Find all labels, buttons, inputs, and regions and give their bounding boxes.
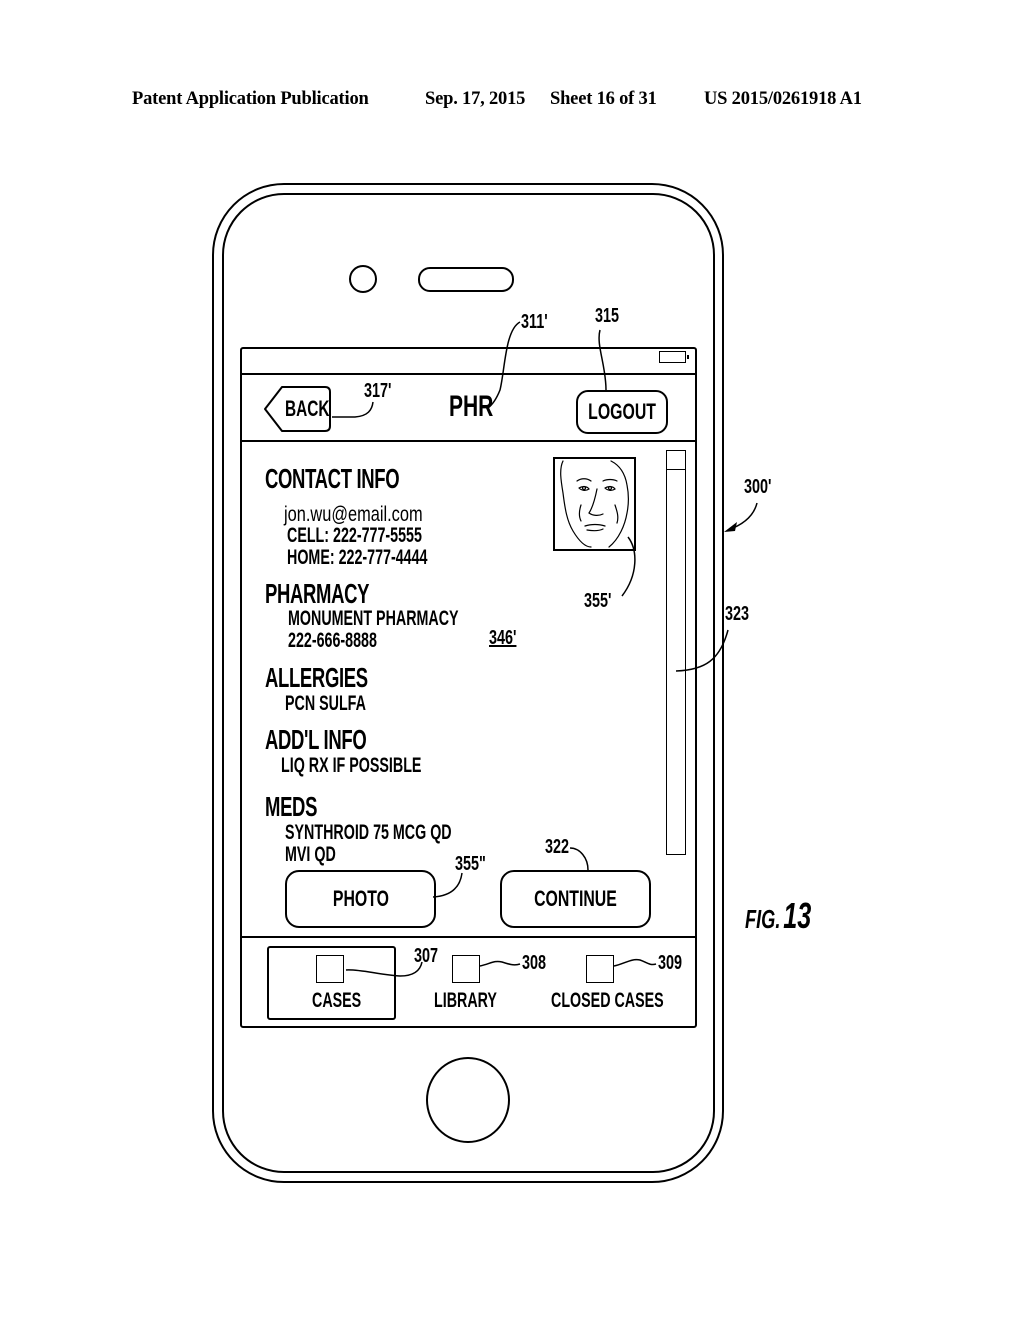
cases-square-icon: [316, 955, 344, 983]
tab-bar-divider: [240, 936, 695, 938]
library-square-icon[interactable]: [452, 955, 480, 983]
logout-button-label: LOGOUT: [588, 399, 656, 424]
pharmacy-name: MONUMENT PHARMACY: [288, 607, 459, 630]
logout-button[interactable]: LOGOUT: [576, 390, 668, 434]
ref-scrollbar: 323: [725, 603, 750, 625]
scrollbar-thumb[interactable]: [667, 451, 685, 470]
section-title-addl-info: ADD'L INFO: [265, 724, 367, 755]
addl-info-value: LIQ RX IF POSSIBLE: [281, 754, 422, 777]
figure-number: 13: [783, 895, 812, 936]
ref-content-area: 346': [489, 627, 517, 649]
home-button[interactable]: [426, 1057, 510, 1143]
continue-button-label: CONTINUE: [534, 886, 617, 911]
ref-tab-closed-cases: 309: [658, 952, 683, 974]
sheet-number: Sheet 16 of 31: [550, 89, 657, 109]
figure-label: FIG.13: [745, 895, 811, 937]
page-title: PHR: [449, 390, 494, 423]
ref-continue: 322: [545, 836, 570, 858]
device-arrowhead-icon: [724, 522, 737, 532]
scrollbar[interactable]: [666, 450, 686, 855]
photo-button[interactable]: PHOTO: [285, 870, 436, 928]
header-divider: [240, 440, 695, 442]
patent-number: US 2015/0261918 A1: [704, 89, 862, 109]
status-bar-divider: [240, 373, 695, 375]
section-title-contact-info: CONTACT INFO: [265, 463, 400, 494]
contact-cell[interactable]: CELL: 222-777-5555: [287, 524, 422, 548]
med-item: MVI QD: [285, 843, 336, 866]
ref-title: 311': [521, 311, 548, 333]
allergies-value: PCN SULFA: [285, 692, 366, 715]
contact-home[interactable]: HOME: 222-777-4444: [287, 546, 427, 570]
publication-date: Sep. 17, 2015: [425, 89, 526, 109]
back-button-label[interactable]: BACK: [285, 396, 329, 422]
section-title-pharmacy: PHARMACY: [265, 578, 370, 609]
patient-photo[interactable]: [553, 457, 636, 551]
photo-button-label: PHOTO: [332, 886, 389, 911]
closed-cases-square-icon[interactable]: [586, 955, 614, 983]
camera-icon: [349, 265, 377, 293]
ref-logout: 315: [595, 305, 620, 327]
face-icon: [560, 460, 630, 548]
speaker-icon: [418, 267, 514, 292]
med-item: SYNTHROID 75 MCG QD: [285, 821, 452, 844]
ref-photo-button: 355": [455, 853, 486, 875]
ref-tab-cases: 307: [414, 945, 439, 967]
leader-device: [727, 502, 758, 531]
section-title-allergies: ALLERGIES: [265, 662, 368, 693]
ref-back: 317': [364, 380, 392, 402]
section-title-meds: MEDS: [265, 791, 318, 822]
battery-icon: [659, 351, 689, 363]
tab-library-label[interactable]: LIBRARY: [434, 989, 497, 1013]
tab-closed-cases-label[interactable]: CLOSED CASES: [551, 989, 664, 1013]
ref-device: 300': [744, 476, 772, 498]
ref-tab-library: 308: [522, 952, 547, 974]
pharmacy-phone[interactable]: 222-666-8888: [288, 629, 377, 653]
figure-prefix: FIG.: [745, 904, 781, 934]
tab-cases-label[interactable]: CASES: [312, 989, 361, 1013]
ref-photo-image: 355': [584, 590, 612, 612]
publication-type: Patent Application Publication: [132, 89, 369, 109]
continue-button[interactable]: CONTINUE: [500, 870, 651, 928]
